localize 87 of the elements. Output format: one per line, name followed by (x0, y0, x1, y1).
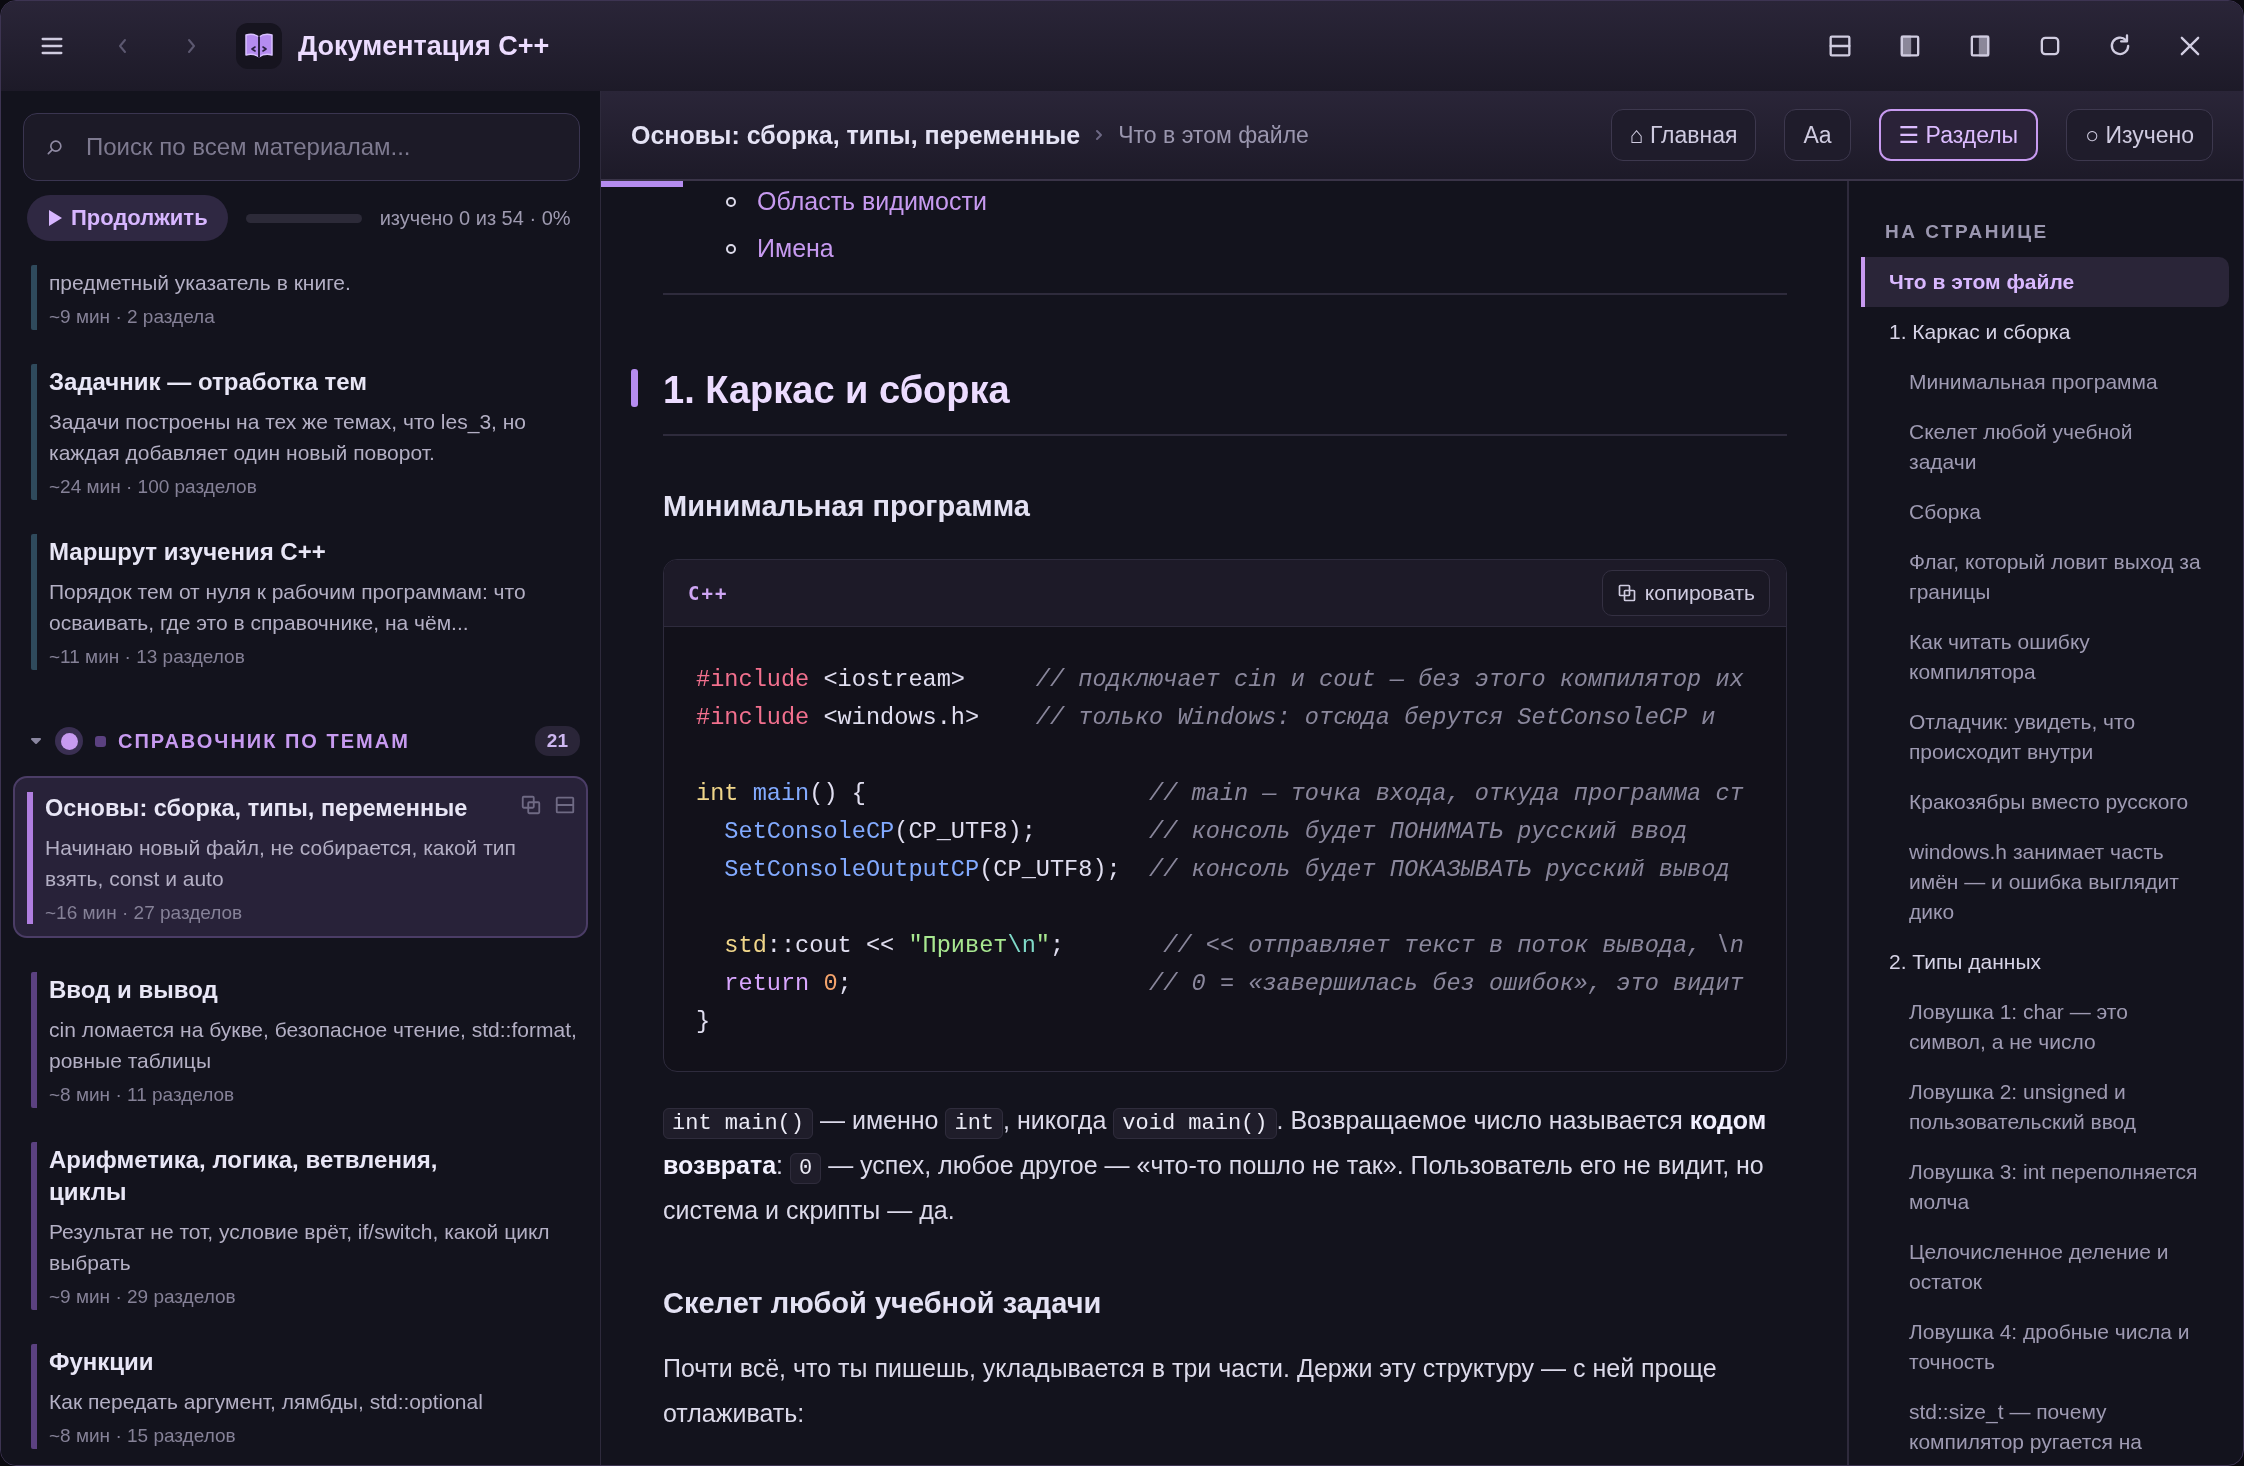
sidebar-item[interactable]: Маршрут изучения C++ Порядок тем от нуля к рабочим программам: что осваивать, где это в справочнике, на чём... ~11 мин · 13 разделов (31, 534, 588, 670)
item-meta: ~11 мин · 13 разделов (49, 646, 246, 668)
section-link[interactable]: Имена (757, 234, 834, 263)
search-icon (45, 137, 65, 157)
toc-item[interactable]: Минимальная программа (1861, 357, 2229, 407)
code-line: int main() { // main — точка входа, откуда программа ст (696, 779, 1745, 809)
chevron-right-icon (1094, 128, 1105, 142)
item-title: Основы: сборка, типы, переменные (45, 794, 468, 823)
toc-item[interactable]: Как читать ошибку компилятора (1861, 617, 2229, 697)
bullet-icon (725, 195, 737, 208)
group-title: СПРАВОЧНИК ПО ТЕМАМ (118, 729, 411, 753)
item-title: Арифметика, логика, ветвления, циклы (49, 1145, 439, 1207)
toc-item[interactable]: Целочисленное деление и остаток (1861, 1227, 2229, 1307)
item-meta: ~8 мин · 11 разделов (49, 1084, 236, 1106)
continue-button[interactable]: Продолжить (27, 195, 228, 241)
search-field[interactable]: Поиск по всем материалам... (23, 113, 580, 181)
sidebar-item[interactable]: Арифметика, логика, ветвления, циклы Результат не тот, условие врёт, if/switch, какой цикл выбрать ~9 мин · 29 разделов (31, 1142, 588, 1310)
toc-title: НА СТРАНИЦЕ (1885, 221, 2050, 243)
code-line: #include <windows.h> // только Windows: отсюда берутся SetConsoleCP и (696, 703, 1717, 733)
toc-item[interactable]: Флаг, который ловит выход за границы (1861, 537, 2229, 617)
toc-item[interactable]: Ловушка 1: char — это символ, а не число (1861, 987, 2229, 1067)
item-description: предметный указатель в книге. (49, 270, 352, 296)
play-icon (47, 209, 63, 227)
item-meta: ~9 мин · 29 разделов (49, 1286, 237, 1308)
item-meta: ~16 мин · 27 разделов (45, 902, 244, 924)
toolbar-button[interactable]: ○ Изучено (2066, 109, 2213, 161)
window-title: Документация C++ (298, 30, 550, 62)
item-description: Начинаю новый файл, не собирается, какой тип взять, const и auto (45, 835, 517, 892)
code-line: SetConsoleCP(CP_UTF8); // консоль будет ПОНИМАТЬ русский ввод (723, 817, 1689, 847)
toc-item[interactable]: Ловушка 3: int переполняется молча (1861, 1147, 2229, 1227)
paragraph: Почти всё, что ты пишешь, укладывается в три части. Держи эту структуру — с ней проще отлаживать: (663, 1353, 1718, 1429)
breadcrumb-item[interactable]: Основы: сборка, типы, переменные (631, 120, 1081, 150)
section-heading: 1. Каркас и сборка (663, 369, 1010, 411)
toc-item[interactable]: std::size_t — почему компилятор ругается на (1861, 1387, 2229, 1465)
group-icon (55, 727, 83, 755)
item-title: Ввод и вывод (49, 975, 218, 1005)
sidebar-item[interactable]: Основы: сборка, типы, переменные Начинаю новый файл, не собирается, какой тип взять, const и auto ~16 мин · 27 разделов (13, 776, 588, 938)
toc-item[interactable]: Скелет любой учебной задачи (1861, 407, 2229, 487)
breadcrumb-item[interactable]: Что в этом файле (1118, 121, 1309, 149)
toolbar-button[interactable]: ☰ Разделы (1878, 109, 2039, 161)
toc-item[interactable]: 1. Каркас и сборка (1861, 307, 2229, 357)
item-title: Маршрут изучения C++ (49, 537, 326, 567)
item-meta: ~8 мин · 15 разделов (49, 1425, 237, 1447)
toc-item[interactable]: Сборка (1861, 487, 2229, 537)
toc-item[interactable]: Отладчик: увидеть, что происходит внутри (1861, 697, 2229, 777)
copy-button[interactable]: копировать (1601, 570, 1770, 616)
toc-item[interactable]: Что в этом файле (1861, 257, 2229, 307)
paragraph: int main() — именно int , никогда void main() . Возвращаемое число называется кодом возврата: 0 — успех, любое другое — «что-то пошло не так». Пользователь его не видит, но система и скрипты — да. (663, 1105, 1768, 1226)
subsection-heading: Минимальная программа (663, 490, 1030, 522)
code-line: return 0; // 0 = «завершилась без ошибок», это видит (723, 969, 1745, 999)
count-badge: 21 (534, 726, 580, 756)
item-title: Функции (49, 1347, 154, 1377)
toc-item[interactable]: Кракозябры вместо русского (1861, 777, 2229, 827)
copy-icon (520, 794, 542, 816)
item-title: Задачник — отработка тем (49, 367, 367, 397)
toc-item[interactable]: 2. Типы данных (1861, 937, 2229, 987)
code-line: } (696, 1007, 712, 1037)
item-meta: ~9 мин · 2 раздела (49, 306, 216, 328)
item-description: Задачи построены на тех же темах, что les_3, но каждая добавляет один новый поворот. (49, 409, 527, 466)
item-description: cin ломается на букве, безопасное чтение, std::format, ровные таблицы (49, 1017, 578, 1074)
sidebar-item[interactable]: Функции Как передать аргумент, лямбды, std::optional ~8 мин · 15 разделов (31, 1344, 588, 1449)
code-line: SetConsoleOutputCP(CP_UTF8); // консоль будет ПОКАЗЫВАТЬ русский вывод (723, 855, 1731, 885)
item-description: Результат не тот, условие врёт, if/switch, какой цикл выбрать (49, 1219, 551, 1276)
toc-item[interactable]: windows.h занимает часть имён — и ошибка выглядит дико (1861, 827, 2229, 937)
item-meta: ~24 мин · 100 разделов (49, 476, 258, 498)
sidebar-item[interactable]: Задачник — отработка тем Задачи построены на тех же темах, что les_3, но каждая добавляет один новый поворот. ~24 мин · 100 разделов (31, 364, 588, 500)
toc-item[interactable]: Ловушка 4: дробные числа и точность (1861, 1307, 2229, 1387)
toolbar-button[interactable]: ⌂ Главная (1610, 109, 1757, 161)
progress-text: изучено 0 из 54 · 0% (379, 206, 571, 230)
code-language: C++ (688, 582, 729, 604)
code-line: std::cout << "Привет\n"; // << отправляет текст в поток вывода, \n (723, 931, 1745, 961)
toc-item[interactable]: Ловушка 2: unsigned и пользовательский ввод (1861, 1067, 2229, 1147)
code-line: #include <iostream> // подключает cin и cout — без этого компилятор их (696, 665, 1745, 695)
sidebar-item[interactable]: предметный указатель в книге. ~9 мин · 2 раздела (31, 265, 588, 330)
item-description: Порядок тем от нуля к рабочим программам: что осваивать, где это в справочнике, на чём... (49, 579, 527, 636)
section-link[interactable]: Область видимости (757, 187, 987, 216)
book-icon (242, 31, 276, 61)
bullet-icon (725, 242, 737, 255)
collapse-button[interactable] (554, 794, 576, 816)
toolbar-button[interactable]: Aa (1784, 109, 1851, 161)
split-view-icon (554, 794, 576, 816)
subsection-heading: Скелет любой учебной задачи (663, 1287, 1102, 1319)
copy-button[interactable] (520, 794, 542, 816)
heading-marker (631, 369, 638, 407)
sidebar-item[interactable]: Ввод и вывод cin ломается на букве, безопасное чтение, std::format, ровные таблицы ~8 мин · 11 разделов (31, 972, 588, 1108)
item-description: Как передать аргумент, лямбды, std::optional (49, 1389, 484, 1415)
copy-icon (1616, 583, 1637, 603)
